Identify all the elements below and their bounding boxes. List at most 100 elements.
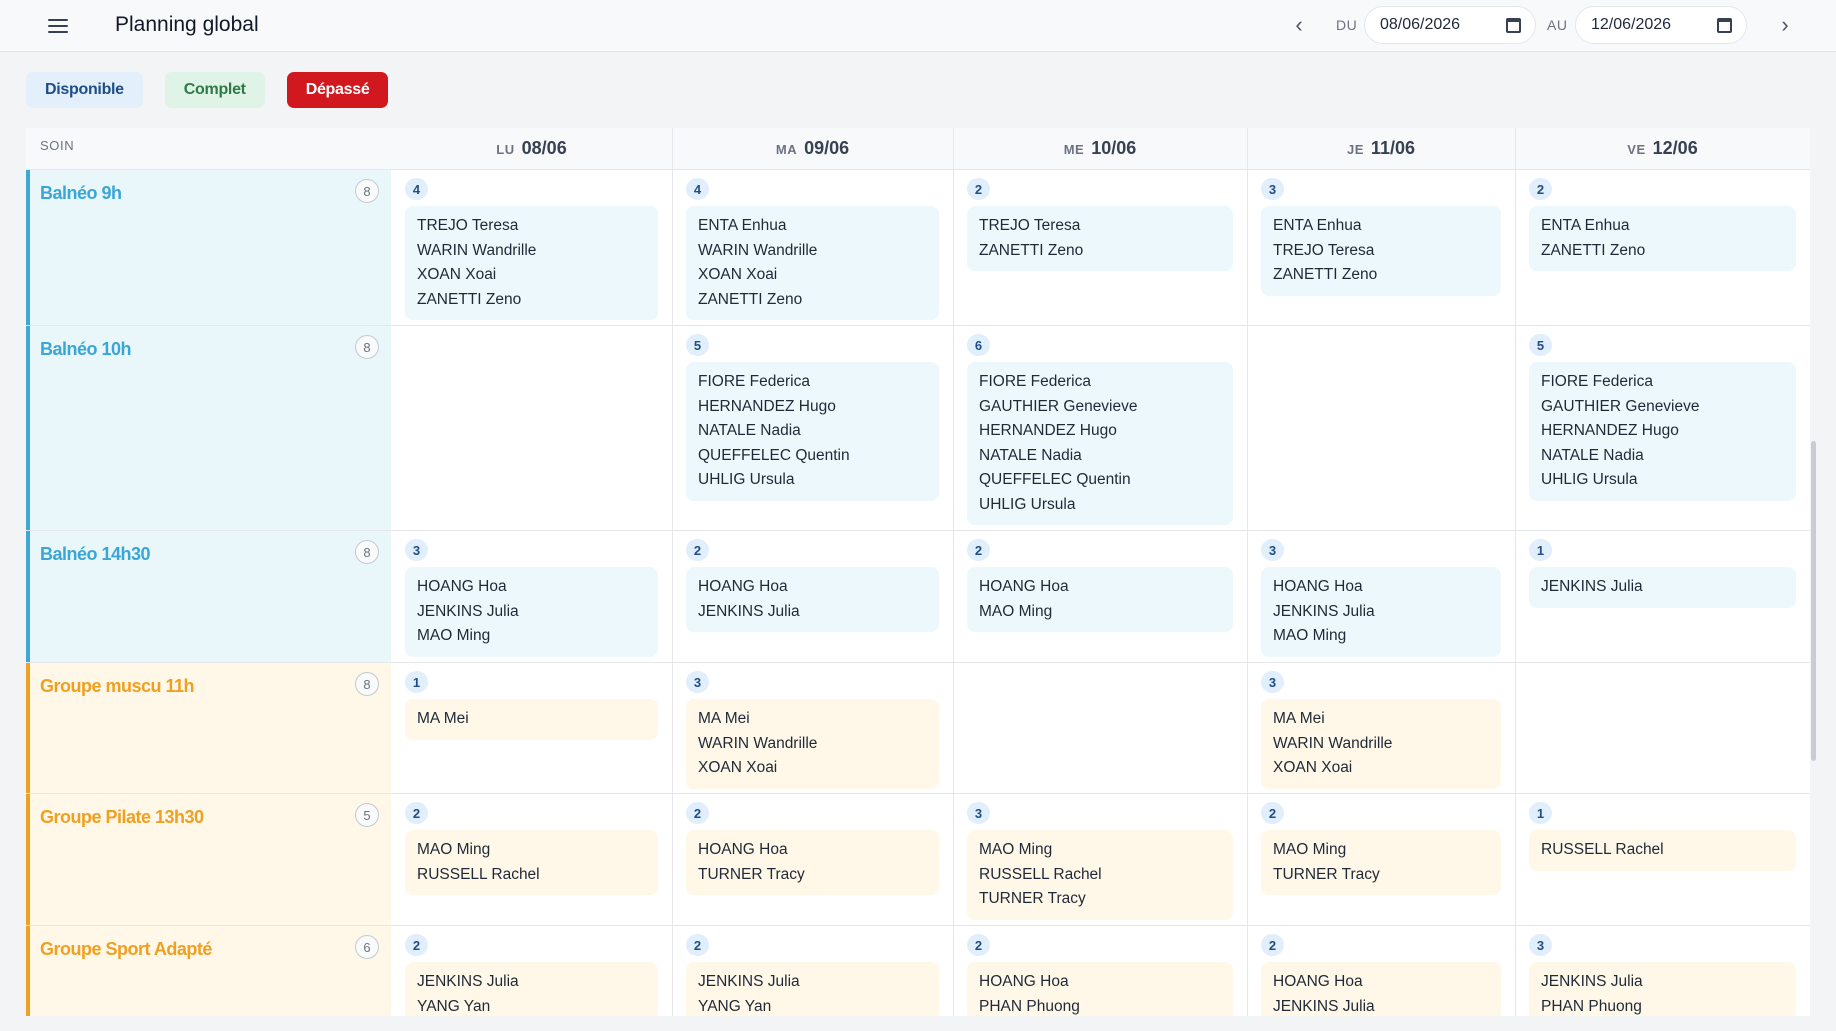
patient-name[interactable]: HOANG Hoa: [1273, 970, 1489, 995]
patient-name[interactable]: MAO Ming: [1273, 838, 1489, 863]
patient-name[interactable]: WARIN Wandrille: [417, 239, 646, 264]
day-cell[interactable]: 2 MAO Ming TURNER Tracy: [1247, 794, 1515, 925]
patient-list[interactable]: FIORE Federica HERNANDEZ Hugo NATALE Nadia…: [686, 362, 939, 501]
patient-name[interactable]: ENTA Enhua: [1541, 214, 1784, 239]
patient-list[interactable]: ENTA Enhua WARIN Wandrille XOAN Xoai ZANETT…: [686, 206, 939, 320]
from-date-input[interactable]: [1380, 16, 1500, 34]
patient-name[interactable]: HOANG Hoa: [979, 575, 1221, 600]
soin-name[interactable]: Groupe Pilate 13h30: [40, 807, 204, 828]
patient-name[interactable]: RUSSELL Rachel: [417, 863, 646, 888]
patient-list[interactable]: HOANG Hoa TURNER Tracy: [686, 830, 939, 895]
soin-name[interactable]: Balnéo 9h: [40, 183, 122, 204]
patient-list[interactable]: HOANG Hoa PHAN Phuong: [967, 962, 1233, 1016]
patient-list[interactable]: ENTA Enhua TREJO Teresa ZANETTI Zeno: [1261, 206, 1501, 296]
soin-name[interactable]: Groupe muscu 11h: [40, 676, 195, 697]
patient-name[interactable]: TREJO Teresa: [1273, 239, 1489, 264]
patient-name[interactable]: ZANETTI Zeno: [417, 288, 646, 313]
chevron-left-icon[interactable]: ‹: [1286, 12, 1312, 38]
patient-name[interactable]: MA Mei: [1273, 707, 1489, 732]
day-cell[interactable]: [391, 326, 672, 530]
soin-name[interactable]: Groupe Sport Adapté: [40, 939, 212, 960]
patient-name[interactable]: NATALE Nadia: [698, 419, 927, 444]
patient-name[interactable]: WARIN Wandrille: [698, 239, 927, 264]
patient-list[interactable]: MAO Ming RUSSELL Rachel TURNER Tracy: [967, 830, 1233, 920]
patient-name[interactable]: TURNER Tracy: [698, 863, 927, 888]
patient-name[interactable]: HOANG Hoa: [979, 970, 1221, 995]
patient-list[interactable]: TREJO Teresa WARIN Wandrille XOAN Xoai ZANE…: [405, 206, 658, 320]
legend-exceeded[interactable]: Dépassé: [286, 72, 389, 108]
patient-name[interactable]: QUEFFELEC Quentin: [698, 444, 927, 469]
patient-name[interactable]: HERNANDEZ Hugo: [979, 419, 1221, 444]
day-cell[interactable]: 3 MAO Ming RUSSELL Rachel TURNER Tracy: [953, 794, 1247, 925]
day-cell[interactable]: 1 JENKINS Julia: [1515, 531, 1810, 662]
day-cell[interactable]: 5 FIORE Federica GAUTHIER Genevieve HERNAND…: [1515, 326, 1810, 530]
patient-name[interactable]: JENKINS Julia: [1273, 995, 1489, 1017]
soin-label-cell[interactable]: Balnéo 14h30 8: [26, 531, 391, 662]
patient-name[interactable]: FIORE Federica: [979, 370, 1221, 395]
patient-name[interactable]: HERNANDEZ Hugo: [698, 395, 927, 420]
soin-label-cell[interactable]: Groupe muscu 11h 8: [26, 663, 391, 793]
day-cell[interactable]: 3 HOANG Hoa JENKINS Julia MAO Ming: [1247, 531, 1515, 662]
patient-name[interactable]: UHLIG Ursula: [1541, 468, 1784, 493]
day-cell[interactable]: 3 ENTA Enhua TREJO Teresa ZANETTI Zeno: [1247, 170, 1515, 325]
day-cell[interactable]: 2 HOANG Hoa JENKINS Julia: [1247, 926, 1515, 1016]
patient-list[interactable]: MA Mei WARIN Wandrille XOAN Xoai: [686, 699, 939, 789]
day-cell[interactable]: 3 MA Mei WARIN Wandrille XOAN Xoai: [672, 663, 953, 793]
day-cell[interactable]: 4 ENTA Enhua WARIN Wandrille XOAN Xoai ZANET…: [672, 170, 953, 325]
vertical-scrollbar[interactable]: [1811, 441, 1816, 761]
patient-name[interactable]: MAO Ming: [979, 838, 1221, 863]
patient-list[interactable]: HOANG Hoa JENKINS Julia: [686, 567, 939, 632]
day-cell[interactable]: 3 MA Mei WARIN Wandrille XOAN Xoai: [1247, 663, 1515, 793]
to-date-input[interactable]: [1591, 16, 1711, 34]
patient-list[interactable]: RUSSELL Rachel: [1529, 830, 1796, 871]
patient-name[interactable]: TREJO Teresa: [979, 214, 1221, 239]
day-cell[interactable]: 2 JENKINS Julia YANG Yan: [391, 926, 672, 1016]
patient-name[interactable]: XOAN Xoai: [1273, 756, 1489, 781]
day-cell[interactable]: 3 HOANG Hoa JENKINS Julia MAO Ming: [391, 531, 672, 662]
patient-name[interactable]: ENTA Enhua: [698, 214, 927, 239]
day-cell[interactable]: [1515, 663, 1810, 793]
patient-list[interactable]: HOANG Hoa MAO Ming: [967, 567, 1233, 632]
patient-name[interactable]: XOAN Xoai: [417, 263, 646, 288]
patient-name[interactable]: HOANG Hoa: [698, 838, 927, 863]
calendar-icon[interactable]: [1506, 18, 1521, 33]
patient-list[interactable]: TREJO Teresa ZANETTI Zeno: [967, 206, 1233, 271]
patient-name[interactable]: ZANETTI Zeno: [698, 288, 927, 313]
patient-name[interactable]: MA Mei: [417, 707, 646, 732]
day-cell[interactable]: 1 RUSSELL Rachel: [1515, 794, 1810, 925]
patient-name[interactable]: JENKINS Julia: [1541, 575, 1784, 600]
patient-name[interactable]: HOANG Hoa: [1273, 575, 1489, 600]
patient-name[interactable]: PHAN Phuong: [1541, 995, 1784, 1017]
day-cell[interactable]: 2 HOANG Hoa MAO Ming: [953, 531, 1247, 662]
to-date-field[interactable]: [1575, 6, 1747, 44]
day-cell[interactable]: 2 HOANG Hoa TURNER Tracy: [672, 794, 953, 925]
patient-name[interactable]: RUSSELL Rachel: [1541, 838, 1784, 863]
patient-list[interactable]: ENTA Enhua ZANETTI Zeno: [1529, 206, 1796, 271]
patient-name[interactable]: GAUTHIER Genevieve: [979, 395, 1221, 420]
patient-name[interactable]: ENTA Enhua: [1273, 214, 1489, 239]
patient-name[interactable]: MAO Ming: [417, 838, 646, 863]
day-cell[interactable]: 2 MAO Ming RUSSELL Rachel: [391, 794, 672, 925]
patient-name[interactable]: ZANETTI Zeno: [1273, 263, 1489, 288]
patient-name[interactable]: TURNER Tracy: [1273, 863, 1489, 888]
day-cell[interactable]: 4 TREJO Teresa WARIN Wandrille XOAN Xoai ZAN…: [391, 170, 672, 325]
patient-name[interactable]: YANG Yan: [698, 995, 927, 1017]
patient-list[interactable]: MAO Ming RUSSELL Rachel: [405, 830, 658, 895]
patient-name[interactable]: YANG Yan: [417, 995, 646, 1017]
patient-name[interactable]: ZANETTI Zeno: [979, 239, 1221, 264]
patient-name[interactable]: JENKINS Julia: [698, 970, 927, 995]
patient-name[interactable]: JENKINS Julia: [417, 970, 646, 995]
patient-name[interactable]: MAO Ming: [1273, 624, 1489, 649]
patient-name[interactable]: MA Mei: [698, 707, 927, 732]
day-cell[interactable]: 2 HOANG Hoa PHAN Phuong: [953, 926, 1247, 1016]
patient-list[interactable]: HOANG Hoa JENKINS Julia MAO Ming: [1261, 567, 1501, 657]
patient-name[interactable]: MAO Ming: [417, 624, 646, 649]
patient-list[interactable]: FIORE Federica GAUTHIER Genevieve HERNANDE…: [1529, 362, 1796, 501]
patient-name[interactable]: WARIN Wandrille: [1273, 732, 1489, 757]
patient-name[interactable]: PHAN Phuong: [979, 995, 1221, 1017]
soin-label-cell[interactable]: Balnéo 9h 8: [26, 170, 391, 325]
day-cell[interactable]: 2 JENKINS Julia YANG Yan: [672, 926, 953, 1016]
patient-name[interactable]: FIORE Federica: [698, 370, 927, 395]
patient-name[interactable]: NATALE Nadia: [1541, 444, 1784, 469]
soin-label-cell[interactable]: Groupe Pilate 13h30 5: [26, 794, 391, 925]
